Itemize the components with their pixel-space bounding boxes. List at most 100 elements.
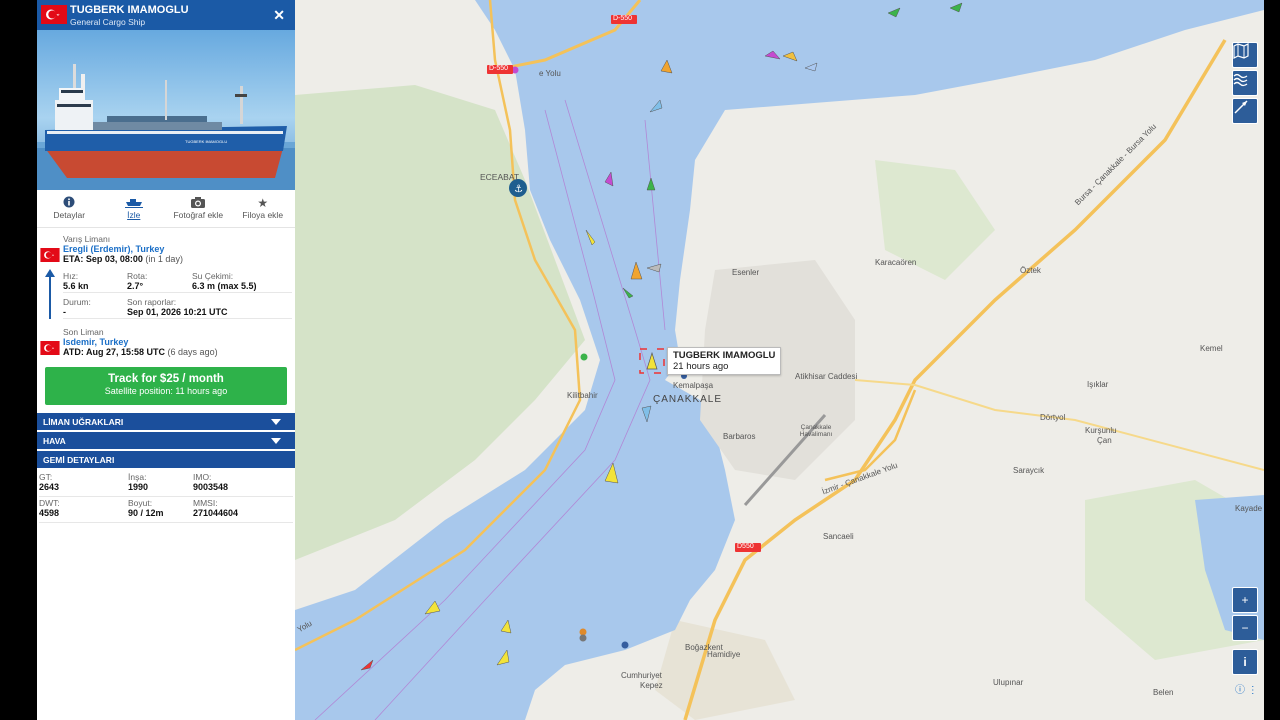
map-layers-button[interactable] <box>1232 42 1258 68</box>
vessel-tooltip[interactable]: TUGBERK IMAMOGLU 21 hours ago <box>667 347 782 375</box>
gt-value: 2643 <box>39 482 60 492</box>
place-dortyol: Dörtyol <box>1040 413 1066 422</box>
place-kemalpasa: Kemalpaşa <box>673 381 714 390</box>
place-kemel: Kemel <box>1200 344 1223 353</box>
voyage-stats: Hız: 5.6 kn Rota: 2.7° Su Çekimi: 6.3 m (ma… <box>37 269 295 325</box>
place-canakkale: ÇANAKKALE <box>653 394 723 405</box>
zoom-out-button[interactable]: − <box>1232 615 1258 641</box>
photo-ship-lettering: TUGBERK IMAMOGLU <box>185 139 227 144</box>
tab-details-label: Detaylar <box>53 210 86 220</box>
place-saraycik: Saraycık <box>1013 466 1045 475</box>
destination-port: Varış Limanı Eregli (Erdemir), Turkey ET… <box>37 234 295 268</box>
last-report-label: Son raporlar: <box>127 297 177 307</box>
place-kilitbahir: Kilitbahir <box>567 391 598 400</box>
port-calls-section[interactable]: LİMAN UĞRAKLARI <box>37 413 295 430</box>
gt-label: GT: <box>39 472 53 482</box>
tab-add-photo-label: Fotoğraf ekle <box>173 210 224 220</box>
place-karacaoren: Karacaören <box>875 258 917 267</box>
tab-details[interactable]: Detaylar <box>37 190 102 227</box>
vessel-tabs: Detaylar İzle Fotoğraf ekle ★ Filoya ekl… <box>37 190 295 228</box>
measure-button[interactable] <box>1232 98 1258 124</box>
port-calls-title: LİMAN UĞRAKLARI <box>43 417 124 427</box>
attribution-info-icon[interactable]: ⓘ ⋮ <box>1235 681 1258 696</box>
vessel-photo[interactable]: TUGBERK IMAMOGLU <box>37 30 295 190</box>
turkey-flag-icon <box>40 248 60 262</box>
tab-track[interactable]: İzle <box>102 190 167 227</box>
destination-label: Varış Limanı <box>63 234 111 244</box>
imo-label: IMO: <box>193 472 212 482</box>
tooltip-time: 21 hours ago <box>673 361 729 372</box>
vessel-header: TUGBERK IMAMOGLU General Cargo Ship ✕ <box>37 0 295 30</box>
track-button-subtitle: Satellite position: 11 hours ago <box>104 386 228 396</box>
place-esenler: Esenler <box>732 268 760 277</box>
ship-track-icon <box>102 196 167 210</box>
chevron-down-icon <box>271 438 281 444</box>
route-arrow-icon <box>45 269 55 277</box>
last-port-link[interactable]: Isdemir, Turkey <box>63 337 295 347</box>
place-barbaros: Barbaros <box>723 432 756 441</box>
last-port: Son Liman Isdemir, Turkey ATD: Aug 27, 1… <box>37 327 295 363</box>
built-value: 1990 <box>128 482 149 492</box>
eta-prefix: ETA: <box>63 254 84 264</box>
road-yolu-label: e Yolu <box>539 69 561 78</box>
place-kursunlu: Kurşunlu <box>1085 426 1117 435</box>
draught-label: Su Çekimi: <box>192 271 234 281</box>
screen: TUGBERK IMAMOGLU General Cargo Ship ✕ TU… <box>0 0 1280 720</box>
dwt-label: DWT: <box>39 498 60 508</box>
dwt-value: 4598 <box>39 508 60 518</box>
screen-edge <box>1264 0 1280 720</box>
star-icon: ★ <box>257 196 269 210</box>
atd-note: (6 days ago) <box>167 347 218 357</box>
vessel-details-title: GEMİ DETAYLARI <box>43 455 115 465</box>
last-report-value: Sep 01, 2026 10:21 UTC <box>127 307 228 317</box>
course-value: 2.7° <box>127 281 144 291</box>
tab-add-photo[interactable]: Fotoğraf ekle <box>166 190 231 227</box>
info-icon <box>37 196 102 210</box>
map-info-button[interactable]: i <box>1232 649 1258 675</box>
turkey-flag-icon <box>41 5 67 24</box>
draught-value: 6.3 m (max 5.5) <box>192 281 257 291</box>
place-kepez: Kepez <box>640 681 663 690</box>
place-belen: Belen <box>1153 688 1174 697</box>
eta-note: (in 1 day) <box>145 254 183 264</box>
place-isiklar: Işıklar <box>1087 380 1109 389</box>
size-label: Boyut: <box>128 498 153 508</box>
mmsi-label: MMSI: <box>193 498 218 508</box>
eta-value: Sep 03, 08:00 <box>85 254 143 264</box>
size-value: 90 / 12m <box>128 508 164 518</box>
zoom-in-label: + <box>1241 593 1249 607</box>
place-cumhuriyet: Cumhuriyet <box>621 671 662 680</box>
road-d550-label-b: D-550 <box>489 65 509 72</box>
vessel-panel: TUGBERK IMAMOGLU General Cargo Ship ✕ TU… <box>37 0 295 720</box>
speed-value: 5.6 kn <box>63 281 89 291</box>
track-button[interactable]: Track for $25 / month Satellite position… <box>45 367 287 405</box>
mmsi-value: 271044604 <box>193 508 239 518</box>
camera-icon <box>166 196 231 210</box>
last-port-label: Son Liman <box>63 327 104 337</box>
map-canvas[interactable]: ⚓ D-550 D-550 D550 ECEABAT ÇANAKKALE Kil… <box>295 0 1264 720</box>
status-label: Durum: <box>63 297 91 307</box>
map-info-label: i <box>1243 655 1247 669</box>
built-label: İnşa: <box>128 472 147 482</box>
zoom-out-label: − <box>1241 621 1249 635</box>
zoom-in-button[interactable]: + <box>1232 587 1258 613</box>
atd-value: Aug 27, 15:58 UTC <box>86 347 166 357</box>
weather-layer-button[interactable] <box>1232 70 1258 96</box>
anchor-icon: ⚓ <box>514 184 523 195</box>
vessel-type: General Cargo Ship <box>70 17 146 27</box>
weather-section[interactable]: HAVA <box>37 432 295 449</box>
place-ulupinar: Ulupınar <box>993 678 1024 687</box>
place-airport: Çanakkale Havalimanı <box>799 424 833 438</box>
close-icon[interactable]: ✕ <box>273 7 285 24</box>
destination-port-link[interactable]: Eregli (Erdemir), Turkey <box>63 244 295 254</box>
place-can: Çan <box>1097 436 1112 445</box>
tab-add-fleet[interactable]: ★ Filoya ekle <box>231 190 296 227</box>
vessel-name: TUGBERK IMAMOGLU <box>70 4 189 16</box>
imo-value: 9003548 <box>193 482 229 492</box>
place-kayadere: Kayade <box>1235 504 1263 513</box>
turkey-flag-icon <box>40 341 60 355</box>
chevron-down-icon <box>271 419 281 425</box>
vessel-details-grid: GT: 2643 İnşa: 1990 IMO: 9003548 DWT: 4598 B… <box>37 471 295 523</box>
place-hamidiye: Hamidiye <box>707 650 741 659</box>
vessel-details-section[interactable]: GEMİ DETAYLARI <box>37 451 295 468</box>
